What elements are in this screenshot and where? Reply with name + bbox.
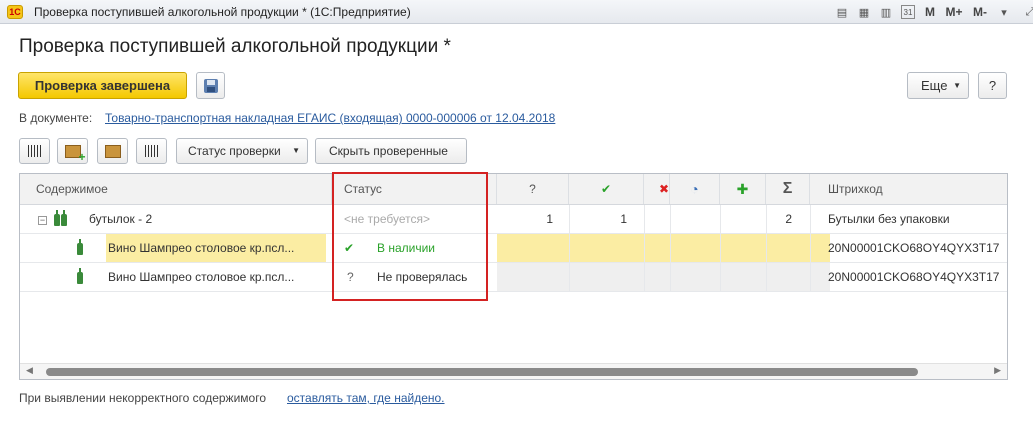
m-plus-button[interactable]: M+ [941,3,967,21]
scan-barcode-button[interactable] [19,138,50,164]
column-header-extra[interactable]: ✚ [720,174,766,204]
row-barcode: 20N00001CKO68OY4QYX3T17 [828,270,1000,284]
table-header: Содержимое Статус ? ✔ ✖ ◔ ✚ Σ Штрихкод [20,174,1007,205]
scroll-right-icon[interactable]: ▶ [994,365,1001,376]
dropdown-icon[interactable]: ▾ [993,3,1015,21]
footer-link[interactable]: оставлять там, где найдено. [287,391,445,405]
chevron-down-icon: ▼ [953,81,961,90]
row-content: Вино Шампрео столовое кр.псл... [108,270,295,284]
column-header-content[interactable]: Содержимое [20,174,332,204]
open-package-button[interactable] [97,138,128,164]
table-row[interactable]: Вино Шампрео столовое кр.псл... ✔ В нали… [20,234,1007,263]
horizontal-scrollbar[interactable]: ◀ ▶ [20,363,1007,379]
more-button-label: Еще [921,78,948,93]
barcode-remove-icon [144,145,159,157]
column-header-barcode[interactable]: Штрихкод [810,174,1007,204]
page-title: Проверка поступившей алкогольной продукц… [19,36,451,57]
row-unchecked-count: 1 [546,212,553,226]
window-title: Проверка поступившей алкогольной продукц… [34,5,411,19]
scrollbar-thumb[interactable] [46,368,918,376]
column-header-partial[interactable]: ◔ [670,174,720,204]
help-button[interactable]: ? [978,72,1007,99]
save-button[interactable] [196,72,225,99]
box-add-icon [64,144,86,164]
bottle-icon [77,238,83,255]
remove-barcode-button[interactable] [136,138,167,164]
content-table[interactable]: Содержимое Статус ? ✔ ✖ ◔ ✚ Σ Штрихкод −… [19,173,1008,380]
row-available-count: 1 [620,212,627,226]
row-status: <не требуется> [344,212,430,226]
row-content: бутылок - 2 [89,212,153,226]
m-minus-button[interactable]: M- [967,3,993,21]
row-content: Вино Шампрео столовое кр.псл... [108,241,295,255]
add-package-button[interactable] [57,138,88,164]
check-status-label: Статус проверки [188,144,281,158]
table-icon[interactable]: ▦ [853,3,875,21]
row-barcode: Бутылки без упаковки [828,212,950,226]
row-status: В наличии [377,241,436,255]
collapse-icon[interactable]: − [38,216,47,225]
bottle-icon [77,267,83,284]
question-icon: ? [347,270,354,284]
box-icon [104,144,121,158]
hide-checked-button[interactable]: Скрыть проверенные [315,138,467,164]
table-row[interactable]: − бутылок - 2 <не требуется> 1 1 2 Бутыл… [20,205,1007,234]
check-icon: ✔ [344,241,355,255]
row-status: Не проверялась [377,270,468,284]
row-total-count: 2 [785,212,792,226]
document-label: В документе: [19,111,93,125]
column-header-status[interactable]: Статус [332,174,497,204]
save-icon [203,78,218,93]
check-complete-button[interactable]: Проверка завершена [18,72,187,99]
column-header-unchecked[interactable]: ? [497,174,569,204]
print-icon[interactable]: ▤ [831,3,853,21]
table-row[interactable]: Вино Шампрео столовое кр.псл... ? Не про… [20,263,1007,292]
app-logo-icon: 1С [7,5,23,19]
column-header-total[interactable]: Σ [766,174,810,204]
chevron-down-icon: ▼ [292,146,300,155]
scroll-left-icon[interactable]: ◀ [26,365,33,376]
document-link[interactable]: Товарно-транспортная накладная ЕГАИС (вх… [105,111,555,125]
bottle-icon [61,209,68,226]
column-header-missing[interactable]: ✖ [644,174,670,204]
barcode-icon [27,145,42,157]
window-titlebar: 1С Проверка поступившей алкогольной прод… [0,0,1033,24]
check-status-dropdown[interactable]: Статус проверки ▼ [176,138,308,164]
more-button[interactable]: Еще ▼ [907,72,969,99]
column-header-available[interactable]: ✔ [569,174,644,204]
m-button[interactable]: M [919,3,941,21]
footer-text: При выявлении некорректного содержимого [19,391,266,405]
bottle-icon [54,209,61,226]
link-icon[interactable]: ⤢ [1019,3,1033,21]
calculator-icon[interactable]: ▥ [875,3,897,21]
row-barcode: 20N00001CKO68OY4QYX3T17 [828,241,1000,255]
calendar-icon[interactable]: 31 [901,5,915,19]
